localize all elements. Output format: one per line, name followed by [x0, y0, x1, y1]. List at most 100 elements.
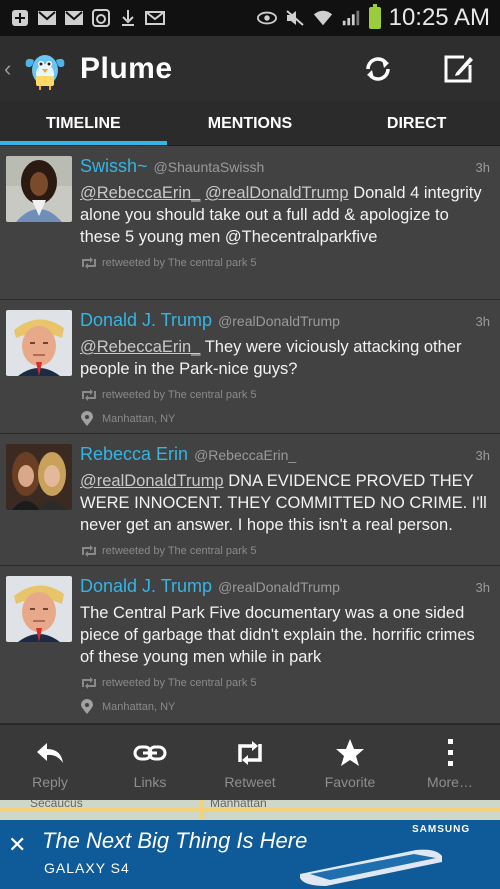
ad-brand: SAMSUNG: [412, 824, 471, 835]
retweet-info: retweeted by The central park 5: [80, 254, 492, 272]
tweet-author-name[interactable]: Swissh~: [80, 156, 148, 177]
gmail-icon: [37, 9, 57, 27]
tweet-item[interactable]: Donald J. Trump @realDonaldTrump 3h @Reb…: [0, 300, 500, 434]
avatar[interactable]: [6, 156, 72, 222]
location-pin-icon: [80, 411, 98, 426]
reply-button[interactable]: Reply: [0, 725, 100, 800]
gmail-icon: [64, 9, 84, 27]
app-bar: ‹ Plume: [0, 36, 500, 102]
tweet-author-name[interactable]: Donald J. Trump: [80, 576, 212, 597]
action-label: Favorite: [324, 773, 376, 790]
location-text: Manhattan, NY: [102, 701, 176, 713]
retweet-icon: [80, 544, 98, 558]
tweet-time: 3h: [475, 448, 490, 463]
retweet-info: retweeted by The central park 5: [80, 674, 492, 692]
tab-label: TIMELINE: [46, 114, 121, 132]
more-button[interactable]: More…: [400, 725, 500, 800]
refresh-icon[interactable]: [360, 51, 396, 87]
retweeted-by: retweeted by The central park 5: [102, 389, 257, 401]
retweet-info: retweeted by The central park 5: [80, 542, 492, 560]
retweet-icon: [235, 736, 265, 770]
action-label: More…: [427, 773, 473, 790]
favorite-button[interactable]: Favorite: [300, 725, 400, 800]
links-button[interactable]: Links: [100, 725, 200, 800]
instagram-icon: [91, 9, 111, 27]
tweet-time: 3h: [475, 314, 490, 329]
action-label: Retweet: [224, 773, 276, 790]
close-icon[interactable]: ✕: [8, 832, 26, 858]
avatar[interactable]: [6, 576, 72, 642]
mention-link[interactable]: @RebeccaErin_: [80, 338, 200, 356]
status-bar: 10:25 AM: [0, 0, 500, 36]
tweet-item[interactable]: Rebecca Erin @RebeccaErin_ 3h @realDonal…: [0, 434, 500, 566]
tweet-handle[interactable]: @realDonaldTrump: [218, 579, 340, 595]
tab-label: MENTIONS: [207, 114, 293, 132]
ad-product: GALAXY S4: [44, 860, 130, 876]
app-screen: 10:25 AM ‹ Plume TIMELINE MENTIONS DIREC…: [0, 0, 500, 889]
tweet-author-name[interactable]: Donald J. Trump: [80, 310, 212, 331]
mention-link[interactable]: @realDonaldTrump: [80, 472, 224, 490]
link-icon: [133, 736, 167, 770]
retweet-icon: [80, 676, 98, 690]
tweet-text: @RebeccaErin_ @realDonaldTrump Donald 4 …: [80, 182, 492, 248]
avatar[interactable]: [6, 310, 72, 376]
tab-direct[interactable]: DIRECT: [333, 102, 500, 145]
tab-label: DIRECT: [386, 114, 447, 132]
tweet-handle[interactable]: @RebeccaErin_: [194, 447, 296, 463]
tab-timeline[interactable]: TIMELINE: [0, 102, 167, 145]
tweet-author-name[interactable]: Rebecca Erin: [80, 444, 188, 465]
action-label: Links: [133, 773, 167, 790]
map-label: Manhattan: [210, 800, 267, 810]
chevron-left-icon[interactable]: ‹: [4, 56, 16, 82]
reply-icon: [35, 736, 65, 770]
compose-icon[interactable]: [440, 51, 476, 87]
map-preview[interactable]: Secaucus Manhattan: [0, 800, 500, 820]
tweet-time: 3h: [475, 580, 490, 595]
plume-logo[interactable]: [22, 46, 68, 92]
mention-link[interactable]: @realDonaldTrump: [205, 184, 349, 202]
eye-icon: [256, 9, 277, 27]
wifi-icon: [313, 9, 333, 27]
tab-mentions[interactable]: MENTIONS: [167, 102, 334, 145]
battery-icon: [368, 4, 381, 29]
retweet-info: retweeted by The central park 5: [80, 386, 492, 404]
retweet-icon: [80, 388, 98, 402]
retweet-icon: [80, 256, 98, 270]
tweet-item[interactable]: Donald J. Trump @realDonaldTrump 3h The …: [0, 566, 500, 724]
plus-icon: [10, 9, 30, 27]
email-icon: [145, 9, 165, 27]
star-icon: [335, 736, 365, 770]
tweet-location[interactable]: Manhattan, NY: [80, 698, 492, 716]
avatar[interactable]: [6, 444, 72, 510]
retweet-button[interactable]: Retweet: [200, 725, 300, 800]
phone-image: [300, 849, 442, 886]
mute-icon: [285, 9, 305, 27]
tweet-location[interactable]: Manhattan, NY: [80, 410, 492, 428]
app-title: Plume: [80, 52, 173, 85]
retweeted-by: retweeted by The central park 5: [102, 677, 257, 689]
map-road: [200, 800, 203, 820]
location-pin-icon: [80, 699, 98, 714]
ad-headline: The Next Big Thing Is Here: [42, 828, 308, 853]
more-icon: [445, 736, 455, 770]
tweet-handle[interactable]: @ShauntaSwissh: [154, 159, 265, 175]
tab-bar: TIMELINE MENTIONS DIRECT: [0, 102, 500, 146]
tweet-time: 3h: [475, 160, 490, 175]
download-icon: [118, 9, 138, 27]
mention-link[interactable]: @RebeccaErin_: [80, 184, 200, 202]
ad-banner[interactable]: ✕ The Next Big Thing Is Here GALAXY S4 S…: [0, 820, 500, 889]
location-text: Manhattan, NY: [102, 413, 176, 425]
tweet-text: @RebeccaErin_ They were viciously attack…: [80, 336, 492, 380]
tweet-text: @realDonaldTrump DNA EVIDENCE PROVED THE…: [80, 470, 492, 536]
map-label: Secaucus: [30, 800, 83, 810]
action-bar: Reply Links Retweet Favorite More…: [0, 724, 500, 800]
status-time: 10:25 AM: [388, 4, 490, 31]
retweeted-by: retweeted by The central park 5: [102, 257, 257, 269]
tweet-handle[interactable]: @realDonaldTrump: [218, 313, 340, 329]
retweeted-by: retweeted by The central park 5: [102, 545, 257, 557]
tweet-body: The Central Park Five documentary was a …: [80, 604, 475, 666]
tweet-item[interactable]: Swissh~ @ShauntaSwissh 3h @RebeccaErin_ …: [0, 146, 500, 300]
tweet-text: The Central Park Five documentary was a …: [80, 602, 492, 668]
action-label: Reply: [32, 773, 68, 790]
timeline-list[interactable]: Swissh~ @ShauntaSwissh 3h @RebeccaErin_ …: [0, 146, 500, 724]
